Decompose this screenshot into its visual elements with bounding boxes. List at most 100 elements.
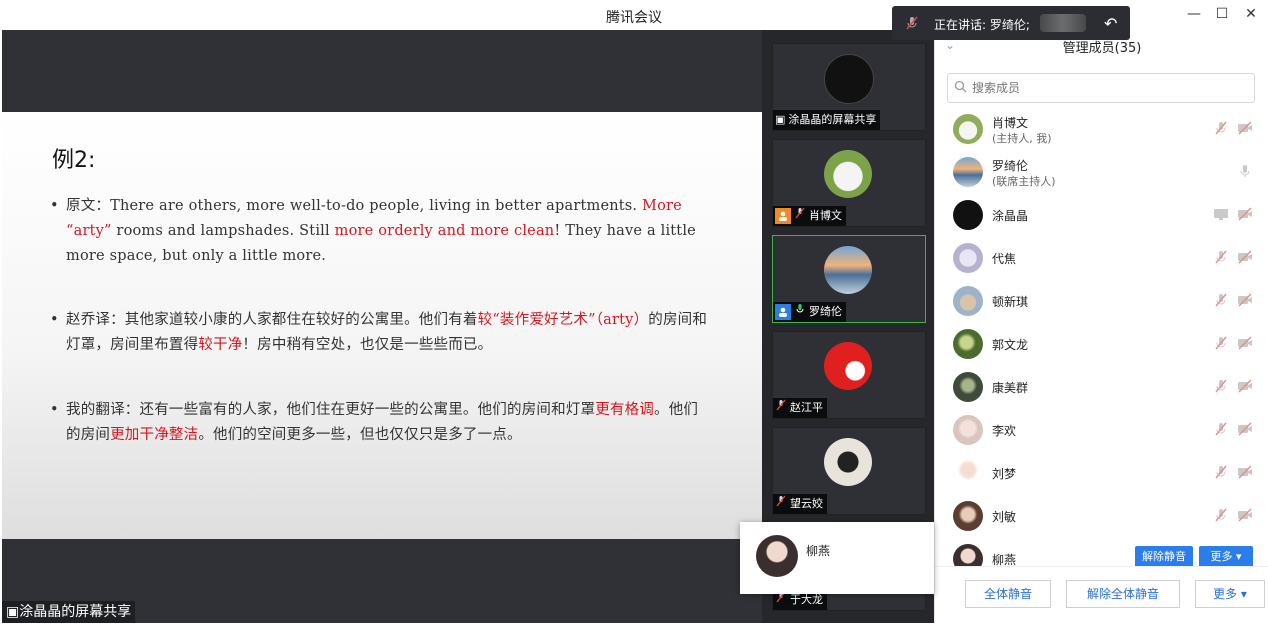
tile-label: ▣ 涂晶晶的屏幕共享 — [773, 110, 881, 130]
member-row[interactable]: 代焦 — [935, 237, 1268, 279]
avatar — [953, 200, 983, 230]
member-name: 柳燕 — [992, 553, 1017, 566]
screen-share-icon: ▣ — [6, 604, 20, 620]
maximize-button[interactable]: ☐ — [1214, 6, 1230, 22]
camera-off-icon[interactable] — [1237, 249, 1253, 268]
member-row[interactable]: 肖博文 (主持人, 我) — [935, 108, 1268, 150]
video-tile-zhaojiangping[interactable]: 赵江平 — [772, 331, 926, 419]
mute-all-button[interactable]: 全体静音 — [965, 580, 1051, 608]
text-segment: 原文：There are others, more well-to-do peo… — [66, 198, 643, 214]
camera-off-icon[interactable] — [1237, 335, 1253, 354]
camera-off-icon[interactable] — [1237, 378, 1253, 397]
text-segment: 我的翻译：还有一些富有的人家，他们住在更好一些的公寓里。他们的房间和灯罩 — [66, 402, 596, 418]
member-row[interactable]: 郭文龙 — [935, 323, 1268, 365]
mic-muted-icon[interactable] — [1213, 335, 1229, 354]
mic-muted-icon[interactable] — [1213, 120, 1229, 139]
mic-muted-icon[interactable] — [1213, 378, 1229, 397]
camera-off-icon[interactable] — [1237, 120, 1253, 139]
member-row[interactable]: 康美群 — [935, 366, 1268, 408]
mic-muted-icon[interactable] — [1213, 249, 1229, 268]
avatar — [953, 157, 983, 187]
tile-label: 望云姣 — [773, 494, 827, 514]
video-tile-xiaobowen[interactable]: 肖博文 — [772, 139, 926, 227]
shared-screen: 例2: • 原文：There are others, more well-to-… — [2, 30, 762, 623]
mic-muted-icon[interactable] — [1213, 421, 1229, 440]
return-icon[interactable]: ↶ — [1104, 14, 1117, 33]
member-role: (联席主持人) — [992, 175, 1056, 188]
video-tile-share[interactable]: ▣ 涂晶晶的屏幕共享 — [772, 43, 926, 131]
camera-off-icon[interactable] — [1237, 421, 1253, 440]
camera-off-icon[interactable] — [1237, 507, 1253, 526]
member-row[interactable]: 罗绮伦 (联席主持人) — [935, 151, 1268, 193]
member-row[interactable]: 刘梦 — [935, 452, 1268, 494]
popup-name: 柳燕 — [806, 544, 831, 558]
member-row[interactable]: 涂晶晶 — [935, 194, 1268, 236]
unmute-button[interactable]: 解除静音 — [1135, 546, 1193, 566]
avatar — [953, 243, 983, 273]
member-name: 罗绮伦 — [992, 159, 1029, 173]
tile-name: 罗绮伦 — [809, 305, 842, 318]
text-segment: ！房中稍有空处，也仅是一些些而已。 — [242, 337, 493, 353]
member-row[interactable]: 柳燕 解除静音 更多 ▾ — [935, 538, 1268, 566]
cohost-icon — [775, 304, 791, 320]
more-options-button[interactable]: 更多 ▾ — [1195, 580, 1265, 608]
camera-off-icon[interactable] — [1237, 206, 1253, 225]
slide-heading: 例2: — [52, 148, 96, 173]
avatar — [953, 372, 983, 402]
search-box[interactable] — [947, 73, 1255, 103]
mic-active-icon — [794, 302, 806, 322]
mic-icon[interactable] — [1237, 163, 1253, 182]
member-popup: 柳燕 — [740, 522, 934, 594]
avatar — [824, 438, 872, 486]
member-name: 代焦 — [992, 252, 1017, 266]
tile-name: 涂晶晶的屏幕共享 — [788, 113, 877, 126]
avatar — [824, 150, 872, 198]
avatar — [953, 544, 983, 566]
member-row[interactable]: 刘敏 — [935, 495, 1268, 537]
minimize-button[interactable]: — — [1186, 6, 1202, 22]
unmute-all-button[interactable]: 解除全体静音 — [1066, 580, 1180, 608]
camera-off-icon[interactable] — [1237, 292, 1253, 311]
mic-muted-icon[interactable] — [1213, 507, 1229, 526]
avatar — [953, 114, 983, 144]
highlight-segment: 较“装作爱好艺术”（arty） — [477, 312, 649, 328]
avatar — [824, 54, 874, 104]
avatar — [824, 342, 872, 390]
tile-name: 赵江平 — [790, 401, 823, 414]
tile-name: 肖博文 — [809, 209, 842, 222]
screen-share-icon: ▣ — [775, 113, 786, 126]
close-button[interactable]: ✕ — [1243, 6, 1259, 22]
member-row[interactable]: 顿新琪 — [935, 280, 1268, 322]
more-button[interactable]: 更多 ▾ — [1199, 546, 1253, 566]
member-name: 郭文龙 — [992, 338, 1029, 352]
member-name: 肖博文 — [992, 116, 1029, 130]
slide: 例2: • 原文：There are others, more well-to-… — [2, 112, 762, 539]
member-name: 李欢 — [992, 424, 1017, 438]
tile-label: 赵江平 — [773, 398, 827, 418]
member-role: (主持人, 我) — [992, 132, 1052, 145]
avatar — [824, 246, 872, 294]
mic-muted-icon[interactable] — [1213, 464, 1229, 483]
speaking-indicator: 正在讲话: 罗绮伦; ↶ — [892, 6, 1130, 40]
member-panel: ⌄ 管理成员(35) 肖博文 (主持人, 我) 罗绮伦 (联席主持人) 涂晶晶 … — [934, 30, 1268, 624]
speaking-text: 正在讲话: 罗绮伦; — [934, 18, 1030, 32]
video-tile-luoqilun[interactable]: 罗绮伦 — [772, 235, 926, 323]
member-name: 刘敏 — [992, 510, 1017, 524]
mic-muted-icon — [794, 206, 806, 226]
mic-muted-icon[interactable] — [1213, 292, 1229, 311]
highlight-segment: 更加干净整洁 — [110, 427, 199, 443]
slide-paragraph-translation-1: • 赵乔译：其他家道较小康的人家都住在较好的公寓里。他们有着较“装作爱好艺术”（… — [50, 312, 708, 353]
tile-label: 肖博文 — [773, 206, 846, 226]
avatar — [756, 535, 798, 577]
highlight-segment: more orderly and more clean — [334, 223, 555, 239]
highlight-segment: 更有格调 — [595, 402, 655, 418]
mic-muted-icon — [775, 494, 787, 514]
screen-share-icon[interactable] — [1213, 206, 1229, 225]
camera-off-icon[interactable] — [1237, 464, 1253, 483]
search-input[interactable] — [970, 78, 1244, 98]
member-row[interactable]: 李欢 — [935, 409, 1268, 451]
video-tile-wangyunjiao[interactable]: 望云姣 — [772, 427, 926, 515]
mic-muted-icon — [775, 398, 787, 418]
panel-footer: 全体静音 解除全体静音 更多 ▾ — [935, 566, 1268, 624]
screen-share-label: ▣涂晶晶的屏幕共享 — [2, 601, 136, 623]
